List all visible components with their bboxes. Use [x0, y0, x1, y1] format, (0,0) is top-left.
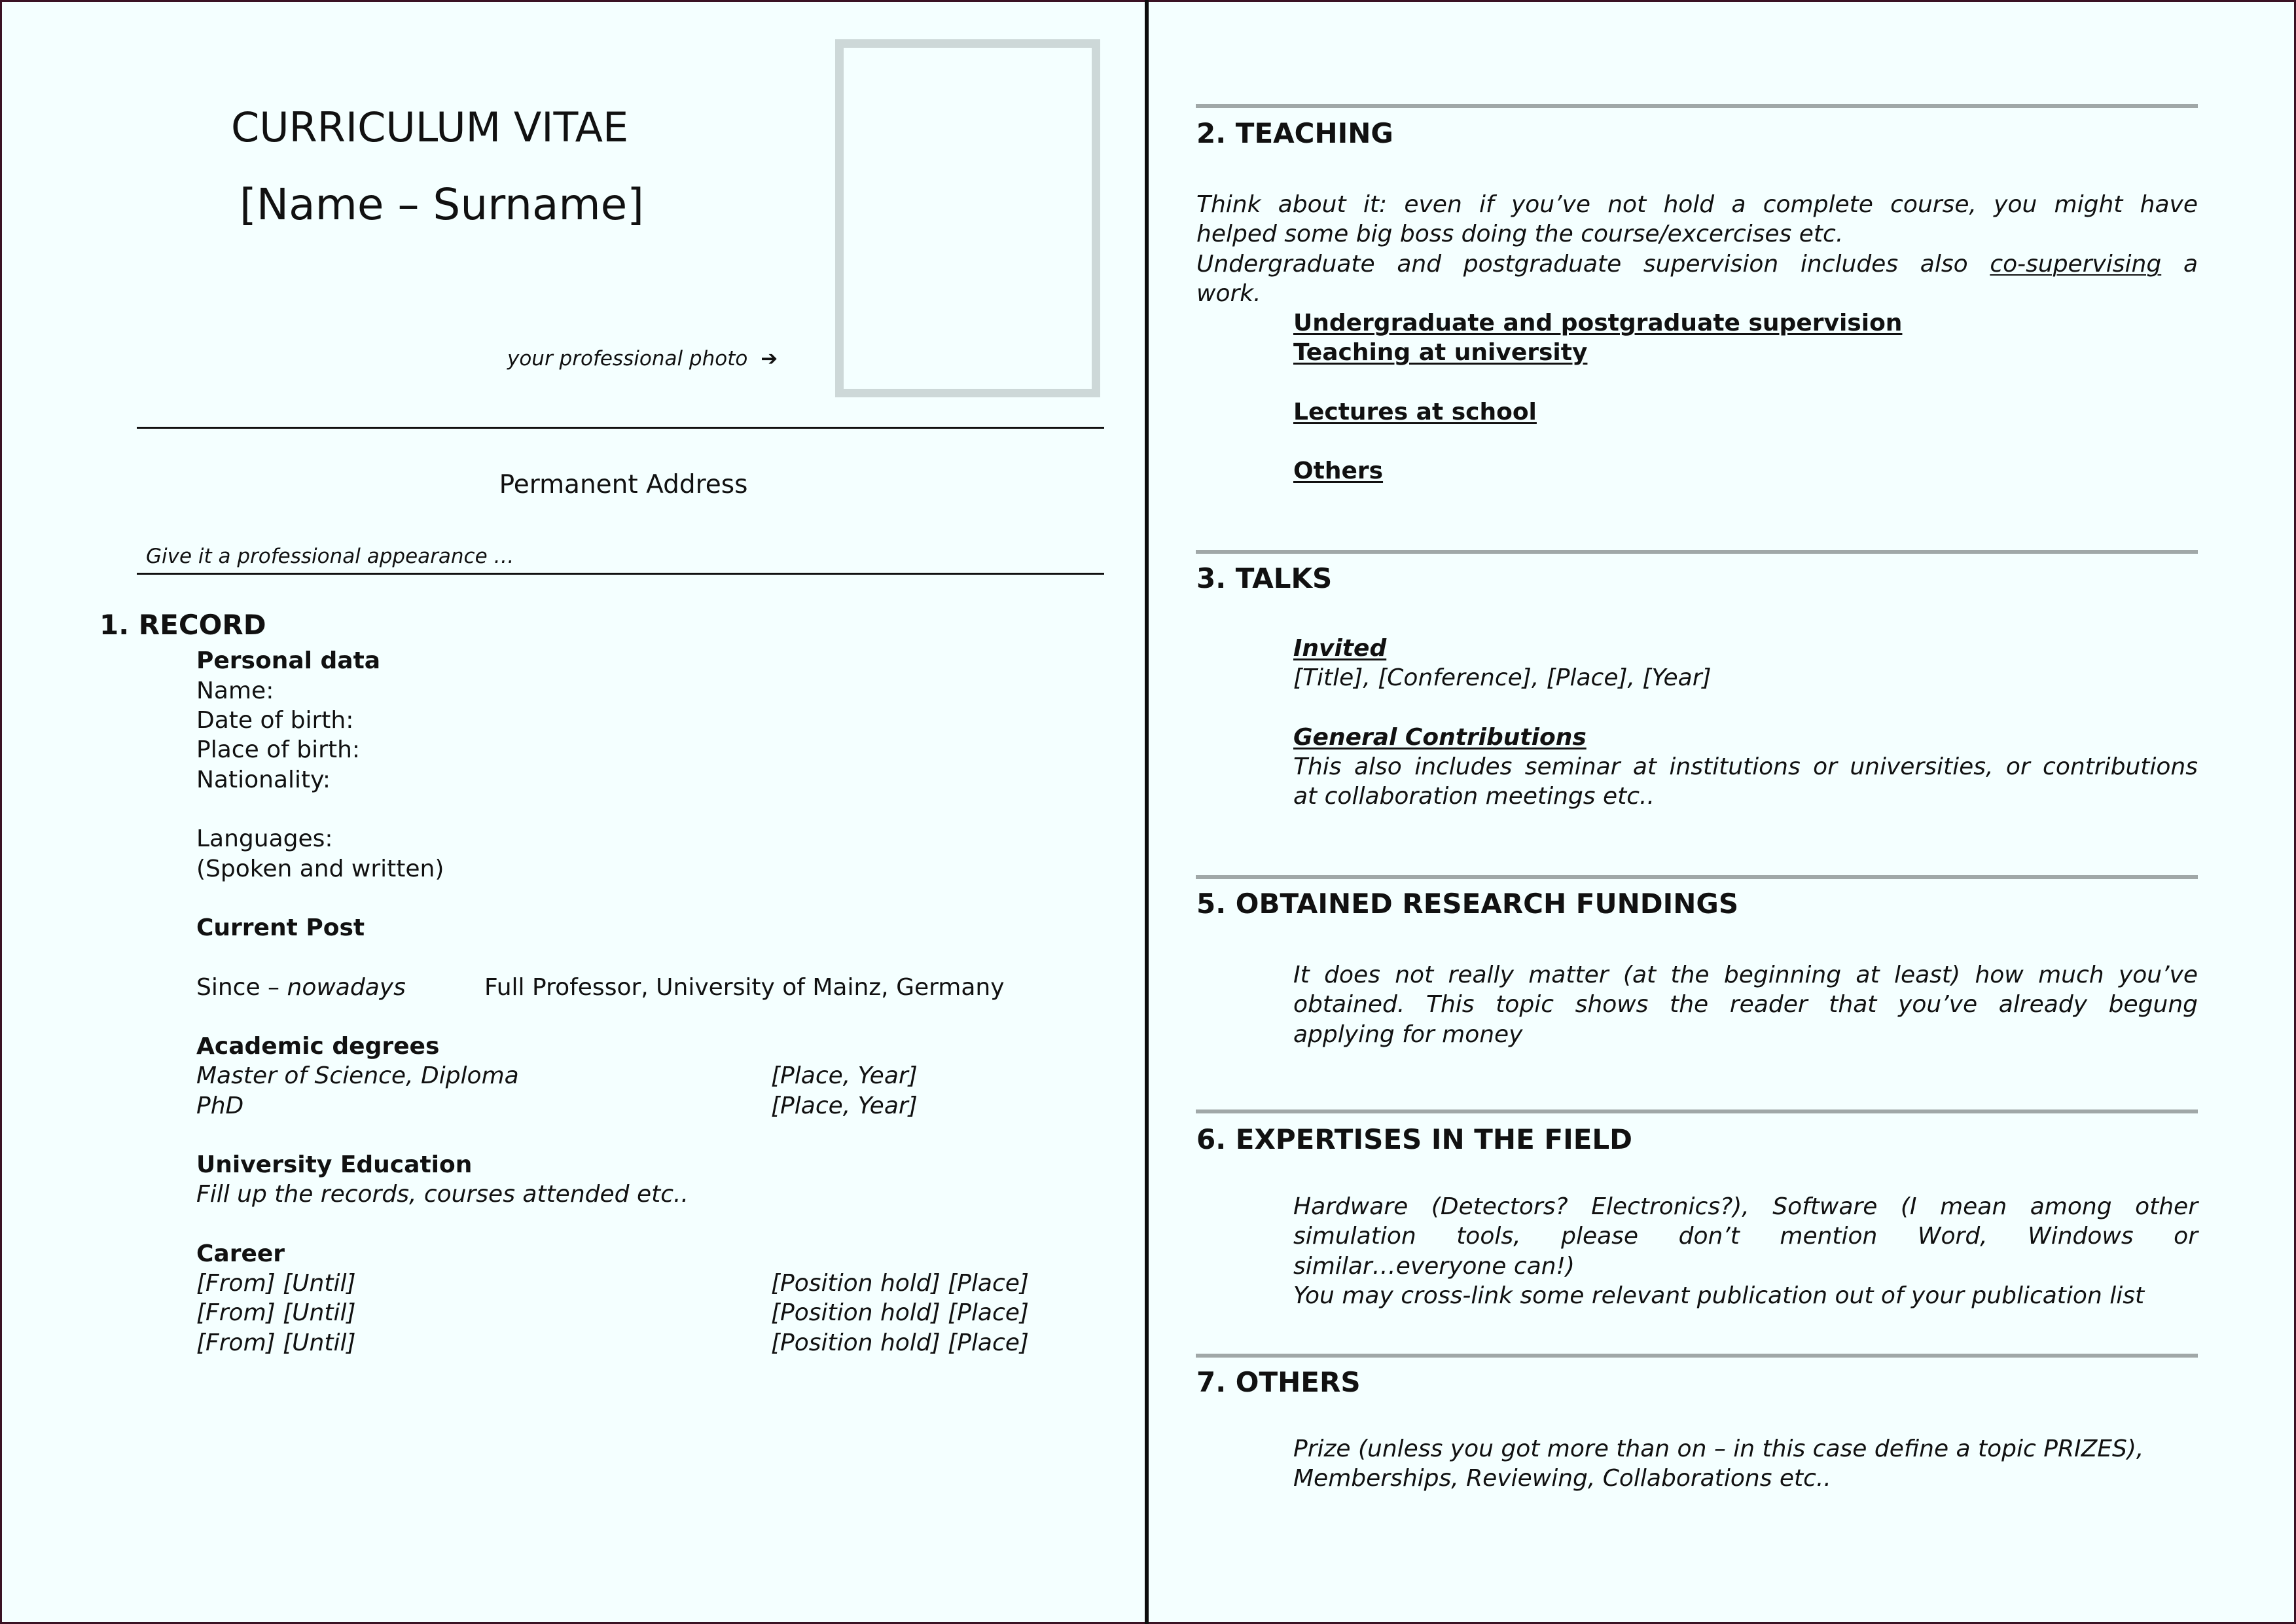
subheading-current-post: Current Post	[196, 914, 365, 941]
talks-general-line: This also includes seminar at institutio…	[1293, 753, 2198, 780]
teaching-item: Others	[1293, 458, 1384, 484]
page-divider	[1145, 0, 1149, 1624]
field-date-of-birth: Date of birth:	[196, 707, 354, 734]
field-name: Name:	[196, 677, 274, 704]
fundings-text: It does not really matter (at the beginn…	[1293, 960, 2198, 1049]
subheading-university-education: University Education	[196, 1151, 473, 1178]
supervision-text: Undergraduate and postgraduate supervisi…	[1196, 250, 1968, 278]
talks-invited-label: Invited	[1293, 635, 1387, 662]
subheading-personal-data: Personal data	[196, 647, 381, 674]
section-heading-talks: 3. TALKS	[1196, 562, 1333, 594]
field-nationality: Nationality:	[196, 767, 331, 793]
talks-general-label: General Contributions	[1293, 724, 1587, 751]
field-place-of-birth: Place of birth:	[196, 736, 361, 763]
career-period: [From] [Until]	[196, 1299, 356, 1326]
since-nowadays: nowadays	[287, 974, 406, 1001]
photo-caption-text: your professional photo	[507, 347, 748, 370]
expertises-line: Hardware (Detectors? Electronics?), Soft…	[1293, 1193, 2198, 1220]
fundings-line: obtained. This topic shows the reader th…	[1293, 991, 2198, 1019]
languages-note: (Spoken and written)	[196, 856, 444, 882]
cv-title: CURRICULUM VITAE	[231, 103, 629, 151]
section-rule	[1196, 550, 2198, 554]
degree-place-year: [Place, Year]	[771, 1062, 918, 1089]
others-line: Memberships, Reviewing, Collaborations e…	[1293, 1465, 1831, 1492]
section-rule	[1196, 875, 2198, 879]
expertises-line: similar…everyone can!)	[1293, 1252, 1575, 1280]
teaching-supervision-line: work.	[1196, 280, 1261, 307]
others-text: Prize (unless you got more than on – in …	[1293, 1434, 2198, 1494]
degree-name: Master of Science, Diploma	[196, 1062, 519, 1089]
career-position: [Position hold] [Place]	[771, 1270, 1029, 1297]
field-languages: Languages:	[196, 825, 333, 852]
degree-place-year: [Place, Year]	[771, 1092, 918, 1119]
section-rule	[1196, 1354, 2198, 1358]
teaching-supervision-line: Undergraduate and postgraduate supervisi…	[1196, 249, 2198, 279]
current-post-period: Since – nowadays	[196, 973, 406, 1002]
subheading-career: Career	[196, 1240, 285, 1267]
supervision-text-suffix: a	[2183, 250, 2198, 278]
section-rule	[1196, 1110, 2198, 1113]
section-rule	[1196, 104, 2198, 108]
career-period: [From] [Until]	[196, 1270, 356, 1297]
teaching-item: Teaching at university	[1293, 339, 1588, 366]
cv-name: [Name – Surname]	[240, 179, 645, 230]
career-position: [Position hold] [Place]	[771, 1329, 1029, 1356]
subheading-academic-degrees: Academic degrees	[196, 1033, 440, 1060]
address-rule	[137, 573, 1104, 575]
section-heading-teaching: 2. TEACHING	[1196, 117, 1393, 149]
expertises-text: Hardware (Detectors? Electronics?), Soft…	[1293, 1192, 2198, 1310]
expertises-line: You may cross-link some relevant publica…	[1293, 1282, 2145, 1309]
expertises-line: simulation tools, please don’t mention W…	[1293, 1223, 2198, 1250]
current-post-position: Full Professor, University of Mainz, Ger…	[484, 974, 1005, 1001]
appearance-hint: Give it a professional appearance …	[146, 545, 514, 568]
teaching-item: Undergraduate and postgraduate supervisi…	[1293, 310, 1903, 336]
degree-name: PhD	[196, 1092, 244, 1119]
section-heading-others: 7. OTHERS	[1196, 1366, 1361, 1398]
since-label: Since –	[196, 974, 287, 1001]
fundings-line: applying for money	[1293, 1020, 1523, 1048]
university-education-note: Fill up the records, courses attended et…	[196, 1181, 689, 1208]
section-heading-expertises: 6. EXPERTISES IN THE FIELD	[1196, 1123, 1633, 1155]
talks-invited-text: [Title], [Conference], [Place], [Year]	[1293, 664, 1712, 691]
others-line: Prize (unless you got more than on – in …	[1293, 1435, 2144, 1462]
section-heading-record: 1. RECORD	[99, 609, 266, 641]
section-heading-fundings: 5. OBTAINED RESEARCH FUNDINGS	[1196, 888, 1739, 920]
arrow-right-icon: ➔	[761, 347, 778, 370]
photo-placeholder[interactable]	[835, 39, 1100, 397]
teaching-item: Lectures at school	[1293, 399, 1537, 425]
photo-caption: your professional photo ➔	[507, 346, 778, 372]
teaching-intro-line: Think about it: even if you’ve not hold …	[1196, 191, 2198, 218]
permanent-address: Permanent Address	[499, 470, 748, 499]
fundings-line: It does not really matter (at the beginn…	[1293, 962, 2198, 988]
career-period: [From] [Until]	[196, 1329, 356, 1356]
career-position: [Position hold] [Place]	[771, 1299, 1029, 1326]
teaching-intro-line: helped some big boss doing the course/ex…	[1196, 221, 1844, 248]
header-rule	[137, 427, 1104, 429]
co-supervising-link[interactable]: co-supervising	[1990, 251, 2161, 278]
talks-general-text: This also includes seminar at institutio…	[1293, 752, 2198, 812]
teaching-intro: Think about it: even if you’ve not hold …	[1196, 190, 2198, 308]
talks-general-line: at collaboration meetings etc..	[1293, 783, 1655, 810]
